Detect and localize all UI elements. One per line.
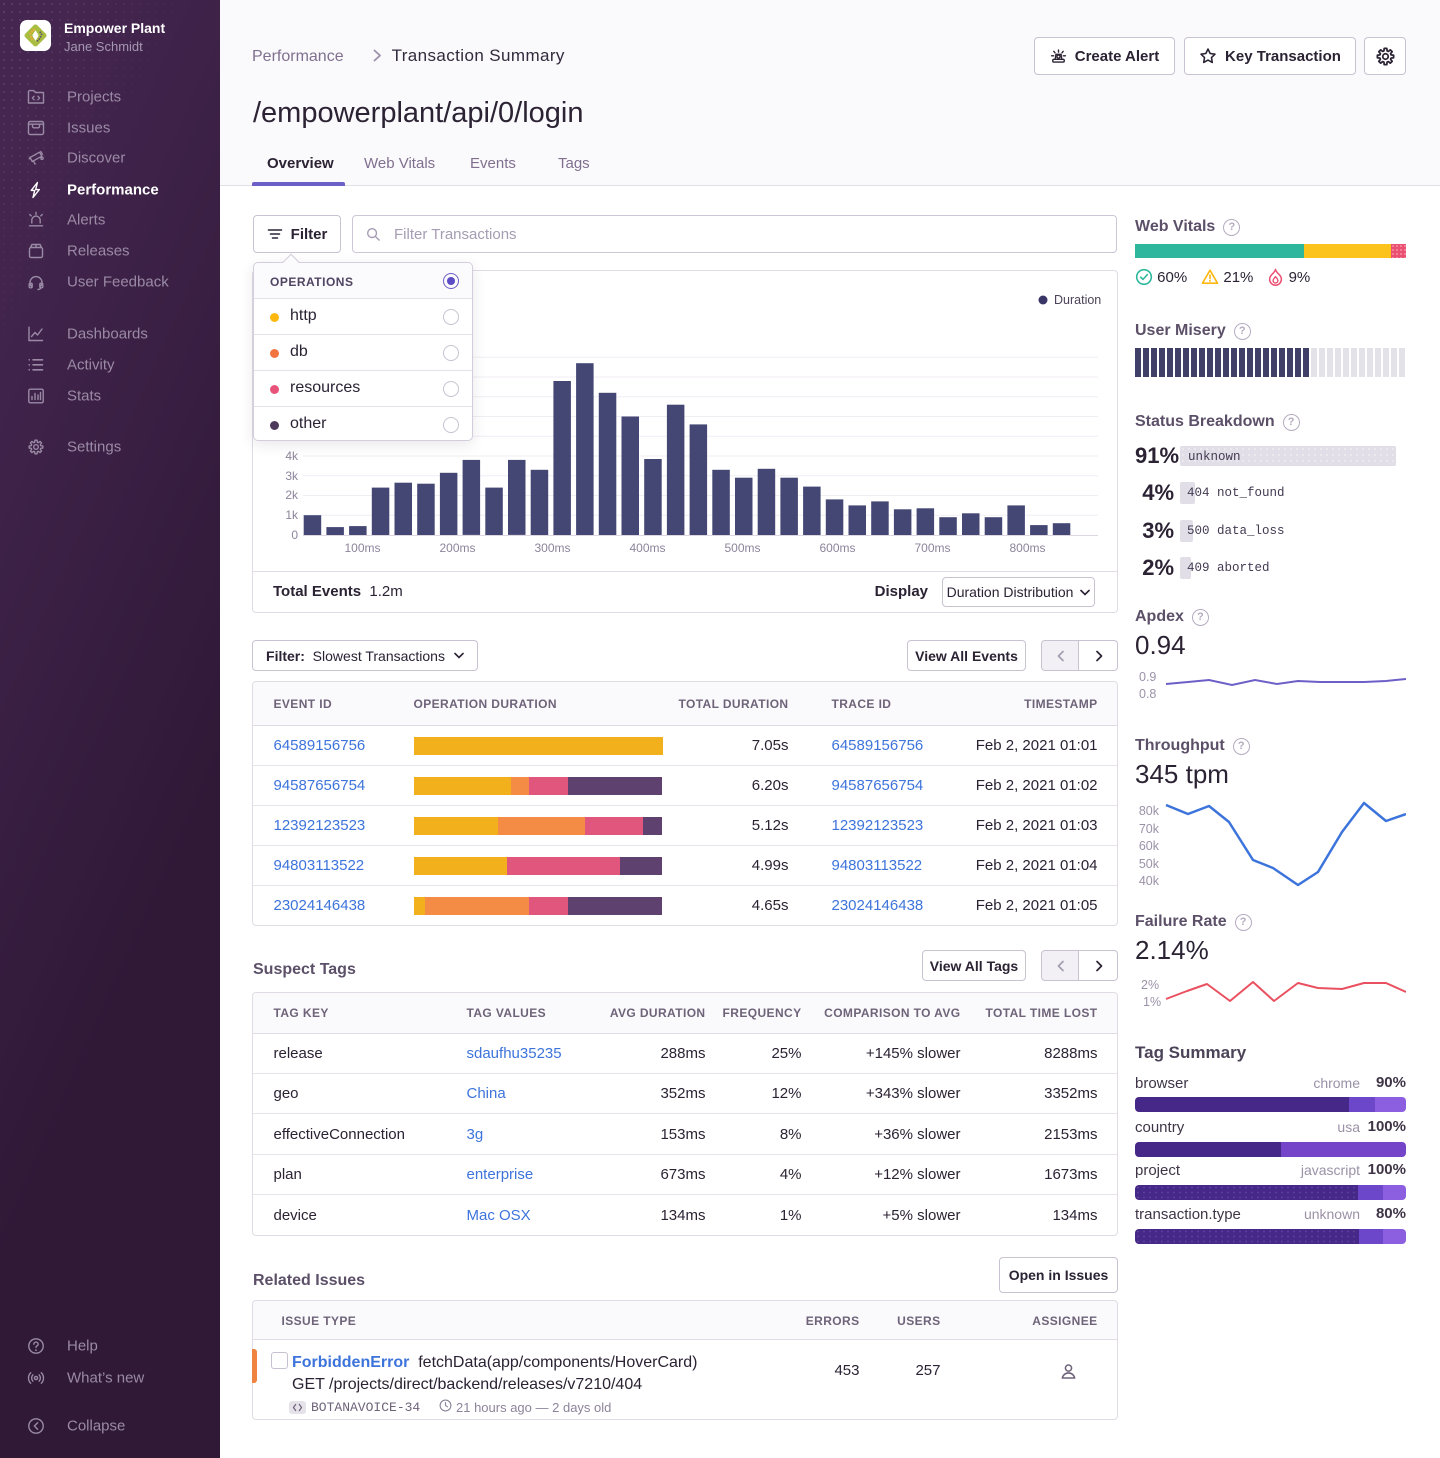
svg-text:700ms: 700ms: [914, 541, 950, 555]
svg-text:800ms: 800ms: [1009, 541, 1045, 555]
svg-text:500ms: 500ms: [724, 541, 760, 555]
svg-text:Duration: Duration: [1054, 293, 1101, 307]
svg-text:2k: 2k: [285, 488, 299, 502]
svg-text:100ms: 100ms: [344, 541, 380, 555]
svg-text:0: 0: [291, 528, 298, 542]
svg-text:3k: 3k: [285, 469, 299, 483]
svg-text:1k: 1k: [285, 508, 299, 522]
svg-text:4k: 4k: [285, 449, 299, 463]
svg-text:300ms: 300ms: [534, 541, 570, 555]
svg-text:600ms: 600ms: [819, 541, 855, 555]
svg-text:400ms: 400ms: [629, 541, 665, 555]
svg-text:200ms: 200ms: [439, 541, 475, 555]
